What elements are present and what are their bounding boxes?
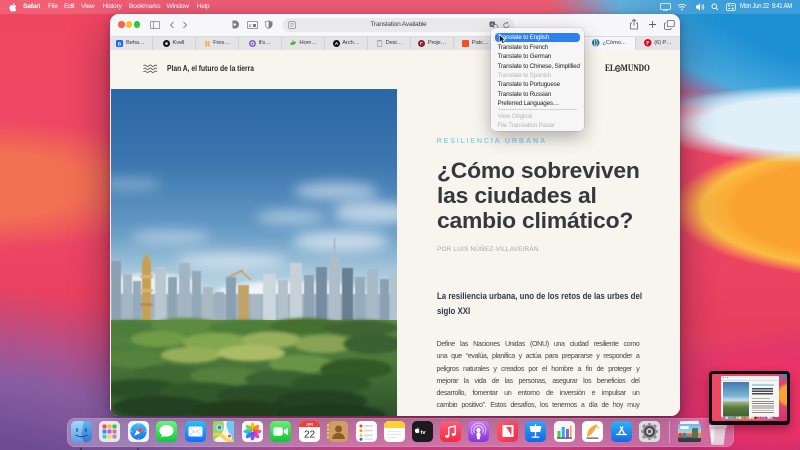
- svg-text:tv: tv: [420, 429, 426, 435]
- svg-text:R: R: [204, 40, 210, 47]
- svg-text:A: A: [491, 21, 494, 26]
- svg-text:22: 22: [304, 429, 316, 440]
- svg-text:B: B: [118, 41, 122, 47]
- svg-text:P: P: [647, 42, 650, 47]
- svg-text:JUN: JUN: [306, 422, 313, 426]
